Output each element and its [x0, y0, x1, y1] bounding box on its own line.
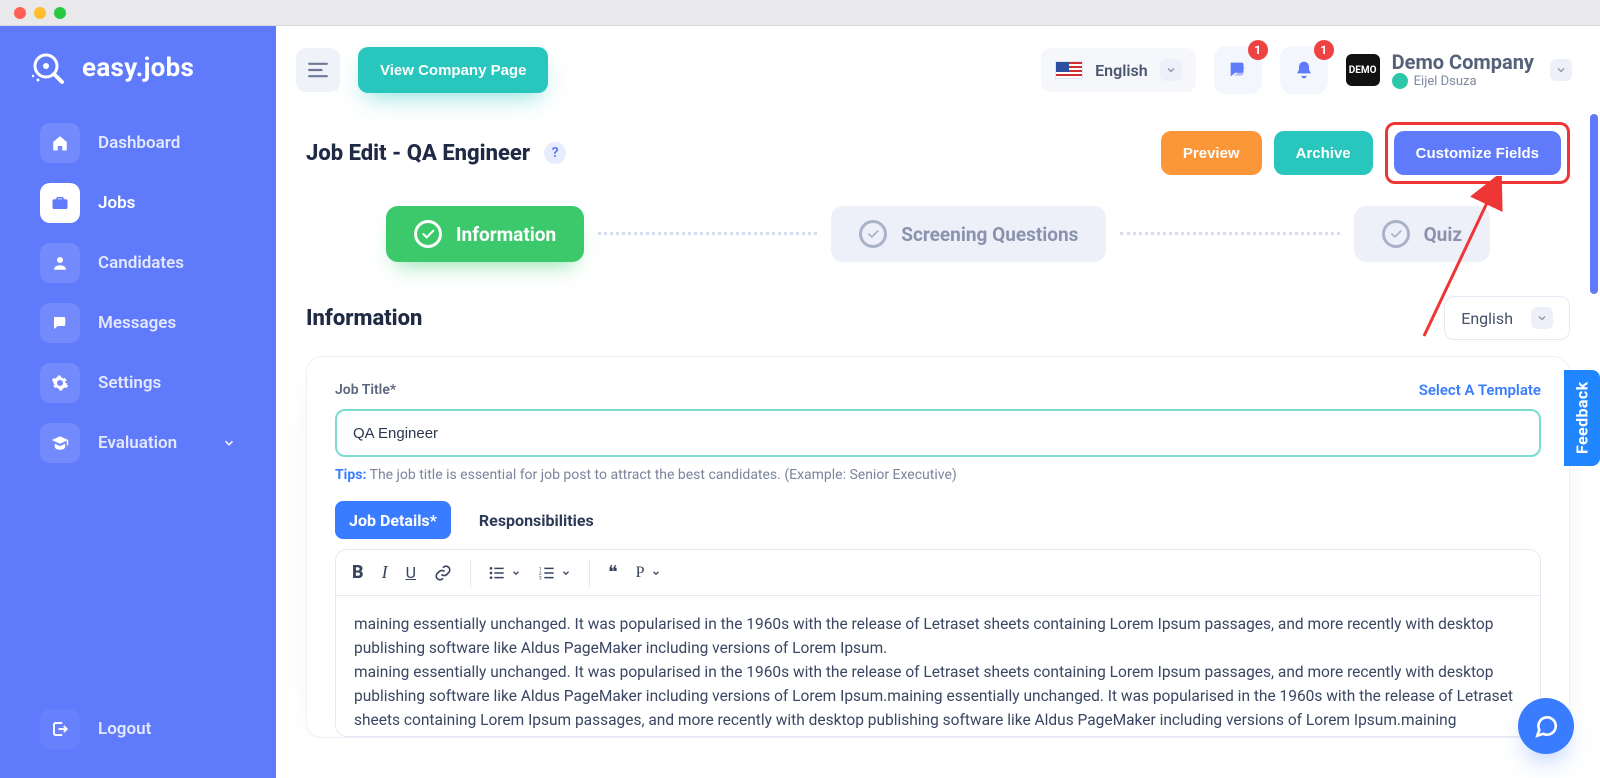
customize-fields-button[interactable]: Customize Fields — [1394, 131, 1561, 175]
window-close-dot[interactable] — [14, 7, 26, 19]
company-switcher[interactable]: DEMO Demo Company Eijel Dsuza — [1346, 51, 1572, 89]
link-button[interactable] — [434, 564, 452, 582]
user-name: Eijel Dsuza — [1414, 74, 1477, 89]
step-screening[interactable]: Screening Questions — [831, 206, 1106, 262]
stepper: Information Screening Questions Quiz — [306, 206, 1570, 262]
gear-icon — [40, 363, 80, 403]
feedback-tab[interactable]: Feedback — [1564, 370, 1600, 466]
sidebar-bottom: Logout — [0, 708, 276, 778]
messages-icon — [40, 303, 80, 343]
sidebar-item-label: Dashboard — [98, 133, 180, 153]
window-min-dot[interactable] — [34, 7, 46, 19]
select-template-link[interactable]: Select A Template — [1419, 381, 1541, 399]
notifications-button[interactable]: 1 — [1280, 46, 1328, 94]
check-icon — [859, 220, 887, 248]
paragraph-button[interactable]: P — [636, 564, 661, 582]
language-selector[interactable]: English — [1041, 48, 1196, 92]
information-card: Job Title* Select A Template Tips: The j… — [306, 356, 1570, 738]
logout-icon — [40, 709, 80, 749]
chat-button[interactable]: 1 — [1214, 46, 1262, 94]
rich-editor: B I U 123 ❝ P maining essentially unchan… — [335, 549, 1541, 737]
section-language-label: English — [1461, 309, 1513, 328]
chevron-down-icon — [222, 436, 236, 450]
sidebar-item-label: Settings — [98, 373, 161, 393]
sidebar-item-candidates[interactable]: Candidates — [28, 242, 248, 284]
page-title: Job Edit - QA Engineer — [306, 141, 530, 166]
section-header: Information English — [306, 296, 1570, 340]
chat-badge: 1 — [1248, 40, 1268, 60]
menu-toggle-button[interactable] — [296, 48, 340, 92]
avatar — [1392, 73, 1408, 89]
page-header: Job Edit - QA Engineer ? Preview Archive… — [306, 122, 1570, 184]
italic-button[interactable]: I — [382, 562, 388, 583]
sidebar-item-label: Jobs — [98, 193, 135, 213]
annotation-highlight: Customize Fields — [1385, 122, 1570, 184]
sidebar-item-messages[interactable]: Messages — [28, 302, 248, 344]
flag-icon — [1055, 61, 1083, 79]
tips-text: Tips: The job title is essential for job… — [335, 467, 1541, 483]
underline-button[interactable]: U — [406, 563, 416, 582]
bold-button[interactable]: B — [352, 562, 364, 583]
main: View Company Page English 1 1 DEMO Demo … — [276, 26, 1600, 778]
home-icon — [40, 123, 80, 163]
paragraph: maining essentially unchanged. It was po… — [354, 612, 1522, 660]
preview-button[interactable]: Preview — [1161, 131, 1262, 175]
company-name: Demo Company — [1392, 51, 1534, 73]
step-label: Screening Questions — [901, 223, 1078, 246]
check-icon — [1382, 220, 1410, 248]
check-icon — [414, 220, 442, 248]
sidebar-item-settings[interactable]: Settings — [28, 362, 248, 404]
section-language-select[interactable]: English — [1444, 296, 1570, 340]
sidebar-item-label: Messages — [98, 313, 176, 333]
bullet-list-button[interactable] — [489, 566, 521, 580]
help-icon[interactable]: ? — [544, 142, 566, 164]
sidebar-item-label: Candidates — [98, 253, 184, 273]
help-chat-button[interactable] — [1518, 698, 1574, 754]
step-quiz[interactable]: Quiz — [1354, 206, 1490, 262]
sidebar-item-jobs[interactable]: Jobs — [28, 182, 248, 224]
topbar: View Company Page English 1 1 DEMO Demo … — [276, 26, 1600, 114]
company-logo: DEMO — [1346, 54, 1380, 86]
logo-icon — [28, 48, 68, 88]
tab-responsibilities[interactable]: Responsibilities — [465, 501, 608, 539]
page: Job Edit - QA Engineer ? Preview Archive… — [276, 114, 1600, 738]
step-connector — [1120, 232, 1339, 236]
brand-name: easy.jobs — [82, 53, 194, 83]
chevron-down-icon — [1160, 59, 1182, 81]
chevron-down-icon — [1550, 59, 1572, 81]
archive-button[interactable]: Archive — [1274, 131, 1373, 175]
bell-badge: 1 — [1314, 40, 1334, 60]
step-connector — [598, 232, 817, 236]
sidebar-item-dashboard[interactable]: Dashboard — [28, 122, 248, 164]
step-information[interactable]: Information — [386, 206, 584, 262]
sidebar: easy.jobs Dashboard Jobs Candidates Mess… — [0, 26, 276, 778]
detail-tabs: Job Details* Responsibilities — [335, 501, 1541, 539]
briefcase-icon — [40, 183, 80, 223]
number-list-button[interactable]: 123 — [539, 566, 571, 580]
section-title: Information — [306, 306, 422, 331]
sidebar-nav: Dashboard Jobs Candidates Messages Setti… — [0, 114, 276, 464]
language-label: English — [1095, 61, 1148, 80]
brand-logo[interactable]: easy.jobs — [0, 48, 276, 114]
chevron-down-icon — [1531, 307, 1553, 329]
sidebar-item-label: Evaluation — [98, 433, 177, 453]
paragraph: maining essentially unchanged. It was po… — [354, 660, 1522, 736]
job-title-input[interactable] — [335, 409, 1541, 457]
editor-toolbar: B I U 123 ❝ P — [336, 550, 1540, 596]
editor-body[interactable]: maining essentially unchanged. It was po… — [336, 596, 1540, 736]
step-label: Quiz — [1424, 223, 1462, 246]
sidebar-item-logout[interactable]: Logout — [28, 708, 248, 750]
tab-job-details[interactable]: Job Details* — [335, 501, 451, 539]
svg-text:3: 3 — [539, 575, 542, 579]
sidebar-item-evaluation[interactable]: Evaluation — [28, 422, 248, 464]
user-icon — [40, 243, 80, 283]
sidebar-item-label: Logout — [98, 719, 151, 739]
view-company-button[interactable]: View Company Page — [358, 47, 548, 93]
graduation-icon — [40, 423, 80, 463]
quote-button[interactable]: ❝ — [608, 562, 618, 583]
window-chrome — [0, 0, 1600, 26]
step-label: Information — [456, 223, 556, 246]
job-title-label: Job Title* — [335, 382, 396, 398]
window-max-dot[interactable] — [54, 7, 66, 19]
